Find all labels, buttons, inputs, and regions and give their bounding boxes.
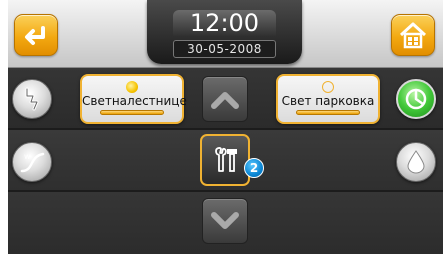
house-icon (399, 22, 427, 49)
pie-chart-button[interactable] (396, 79, 436, 119)
content-area: w Светналестнице Свет парковка 2 (8, 68, 443, 254)
light-parking-tile[interactable]: Свет парковка (276, 74, 380, 124)
chevron-up-icon (211, 92, 239, 109)
lamp-on-icon (126, 81, 138, 93)
home-button[interactable] (391, 14, 435, 56)
clock-time: 12:00 (173, 10, 276, 36)
chevron-down-icon (211, 212, 239, 229)
back-button[interactable] (14, 14, 58, 56)
lamp-off-icon (322, 81, 334, 93)
clock-date: 30-05-2008 (173, 40, 276, 58)
tools-button[interactable] (200, 134, 250, 186)
light-parking-level-bar (296, 110, 360, 115)
clock-display: 12:00 30-05-2008 (147, 0, 302, 64)
pie-chart-icon (405, 88, 427, 110)
scroll-down-button[interactable] (202, 198, 248, 244)
water-button[interactable] (396, 142, 436, 182)
control-panel: 12:00 30-05-2008 w Светналестнице Свет п… (8, 0, 443, 254)
wave-button[interactable]: w (12, 142, 52, 182)
scroll-up-button[interactable] (202, 76, 248, 122)
svg-text:w: w (24, 152, 31, 161)
light-stairs-label: Светналестнице (82, 94, 187, 108)
wrench-hammer-icon (215, 147, 237, 172)
back-arrow-icon (25, 26, 45, 45)
notification-badge: 2 (244, 158, 264, 178)
water-drop-icon (407, 150, 425, 174)
light-parking-label: Свет парковка (281, 94, 375, 108)
power-icon (25, 87, 39, 111)
wave-icon: w (20, 152, 45, 173)
light-stairs-level-bar (100, 110, 164, 115)
power-button[interactable] (12, 79, 52, 119)
light-stairs-tile[interactable]: Светналестнице (80, 74, 187, 124)
